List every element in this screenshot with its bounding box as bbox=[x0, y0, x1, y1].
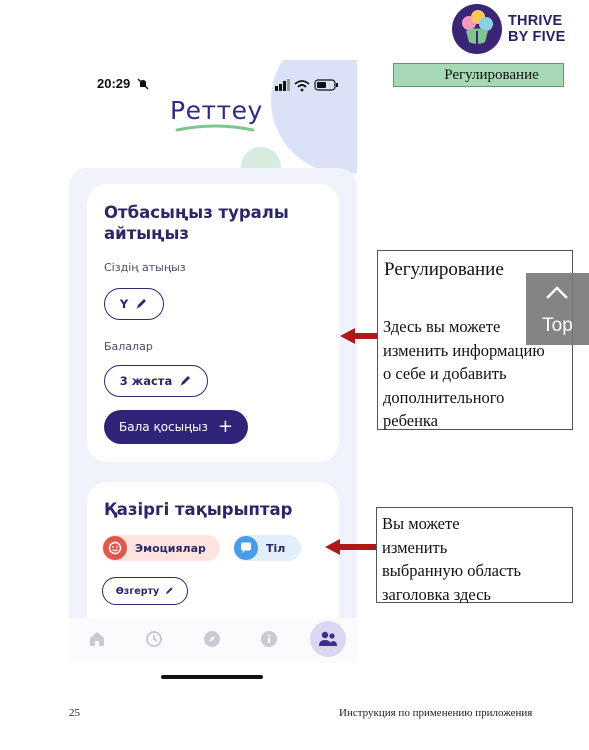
info-icon bbox=[261, 631, 277, 647]
callout-line: изменить bbox=[382, 537, 448, 557]
callout-line: о себе и добавить bbox=[383, 364, 507, 383]
emotions-icon bbox=[103, 536, 127, 560]
pencil-icon bbox=[136, 299, 147, 309]
phone-screenshot: 20:29 Реттеу Отбасыңыз туралы айтыңыз Сі… bbox=[69, 60, 357, 693]
add-child-button[interactable]: Бала қосыңыз + bbox=[104, 410, 248, 444]
pencil-icon bbox=[180, 376, 191, 386]
callout-line: изменить информацию bbox=[383, 340, 545, 360]
speech-bubble-icon bbox=[234, 536, 258, 560]
add-child-label: Бала қосыңыз bbox=[119, 420, 208, 434]
status-bar: 20:29 bbox=[97, 76, 347, 94]
topic-chip-language[interactable]: Тіл bbox=[233, 535, 301, 561]
topics-card-heading: Қазіргі тақырыптар bbox=[104, 500, 293, 519]
home-indicator bbox=[161, 675, 263, 679]
logo-text-line2: BY FIVE bbox=[508, 29, 566, 45]
child-edit-button[interactable]: 3 жаста bbox=[104, 365, 208, 397]
child-value: 3 жаста bbox=[119, 374, 173, 388]
callout-line: выбранную область bbox=[382, 561, 522, 580]
family-icon bbox=[319, 631, 337, 646]
top-label: Top bbox=[542, 315, 573, 336]
home-icon bbox=[90, 632, 104, 646]
change-topics-label: Өзгерту bbox=[115, 585, 160, 597]
name-value: Y bbox=[119, 297, 129, 311]
chevron-up-icon bbox=[546, 286, 568, 299]
tab-family[interactable] bbox=[310, 621, 346, 657]
callout-topics: Вы можете изменить выбранную область заг… bbox=[376, 507, 573, 606]
logo-flower-icon bbox=[452, 4, 502, 54]
tab-info[interactable] bbox=[256, 626, 282, 652]
callout-line: дополнительного bbox=[383, 387, 505, 407]
bottom-tab-bar bbox=[69, 618, 357, 662]
app-title: Реттеу bbox=[170, 96, 263, 125]
footer-text: Инструкция по применению приложения bbox=[339, 707, 533, 719]
explore-icon bbox=[204, 631, 220, 647]
logo-text-line1: THRIVE bbox=[508, 13, 563, 29]
topic-chip-label: Эмоциялар bbox=[135, 541, 206, 555]
topic-chip-label: Тіл bbox=[266, 541, 286, 555]
tab-explore[interactable] bbox=[199, 626, 225, 652]
tab-home[interactable] bbox=[84, 626, 110, 652]
plus-icon: + bbox=[217, 416, 233, 437]
topic-chip-emotions[interactable]: Эмоциялар bbox=[102, 535, 220, 561]
callout-line: ребенка bbox=[383, 411, 438, 430]
callout-line: Здесь вы можете bbox=[383, 317, 501, 336]
pencil-icon bbox=[165, 587, 173, 595]
callout-line: Вы можете bbox=[382, 514, 460, 533]
arrow-left-icon bbox=[340, 328, 380, 344]
bell-muted-icon bbox=[137, 78, 149, 90]
thrive-by-five-logo: THRIVE BY FIVE bbox=[452, 4, 572, 56]
history-icon bbox=[146, 631, 162, 647]
section-tag: Регулирование bbox=[393, 63, 564, 87]
arrow-left-icon bbox=[325, 539, 379, 555]
signal-wifi-battery-icon bbox=[275, 79, 338, 92]
title-underline bbox=[175, 124, 255, 132]
name-edit-button[interactable]: Y bbox=[104, 288, 164, 320]
name-label: Сіздің атыңыз bbox=[104, 261, 186, 274]
family-card-heading: Отбасыңыз туралы айтыңыз bbox=[104, 203, 289, 243]
callout-body: Вы можете изменить выбранную область заг… bbox=[382, 512, 521, 606]
children-label: Балалар bbox=[104, 340, 153, 353]
tab-history[interactable] bbox=[141, 626, 167, 652]
change-topics-button[interactable]: Өзгерту bbox=[102, 577, 188, 605]
callout-title: Регулирование bbox=[384, 259, 504, 280]
scroll-to-top-button[interactable]: Top bbox=[526, 273, 589, 345]
page-number: 25 bbox=[69, 707, 80, 719]
callout-body: Здесь вы можете изменить информацию о се… bbox=[383, 315, 545, 433]
callout-line: заголовка здесь bbox=[382, 584, 491, 604]
status-time: 20:29 bbox=[97, 76, 131, 91]
family-card: Отбасыңыз туралы айтыңыз Сіздің атыңыз Y… bbox=[87, 184, 339, 462]
